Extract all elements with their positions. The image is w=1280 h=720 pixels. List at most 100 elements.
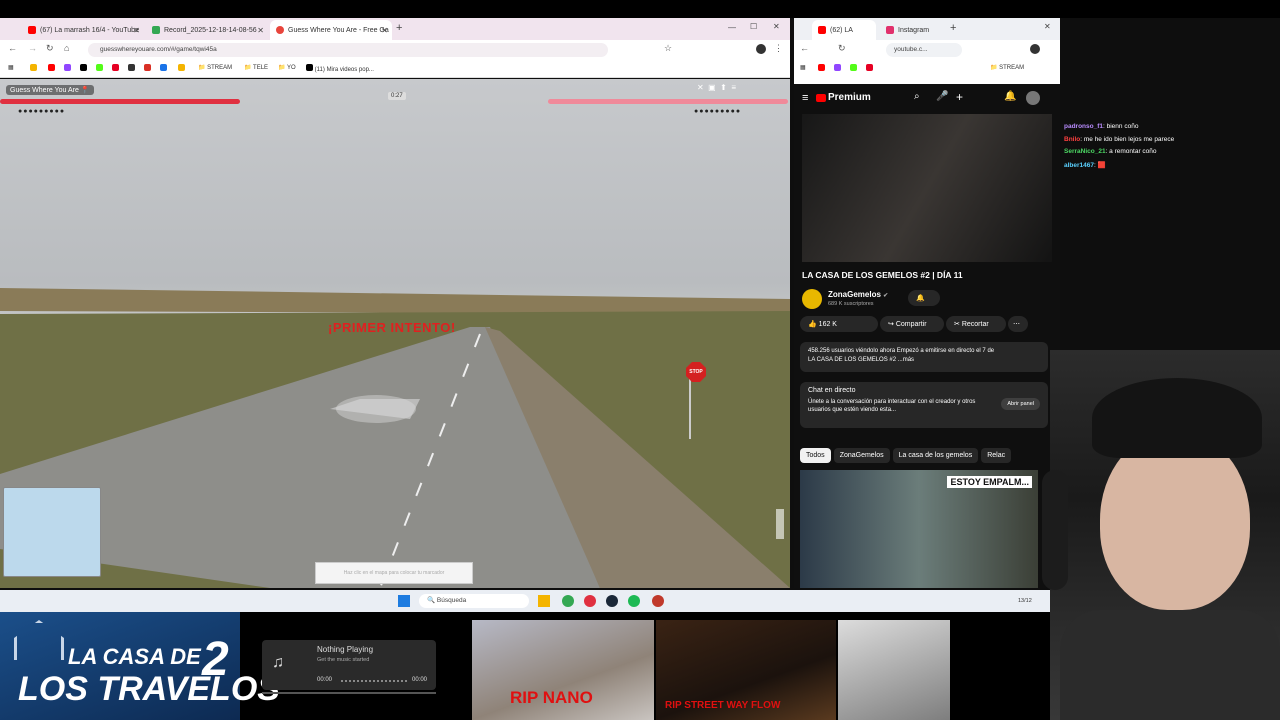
menu-icon[interactable]: ≡	[731, 83, 736, 92]
close-icon[interactable]: ✕	[697, 83, 704, 92]
bookmark-icon[interactable]	[30, 64, 37, 71]
kick-icon[interactable]	[96, 64, 103, 71]
notifications-button[interactable]: 🔔	[908, 290, 940, 306]
minimize-icon[interactable]: —	[728, 23, 736, 32]
scissors-icon: ✂	[954, 321, 960, 328]
youtube-icon[interactable]	[48, 64, 55, 71]
search-icon[interactable]: ⌕	[914, 91, 920, 102]
chat-message: Bnilo: me he ido bien lejos me parece	[1064, 136, 1174, 143]
bookmark-folder[interactable]: 📁 YO	[278, 64, 296, 71]
taskbar-search[interactable]: 🔍 Búsqueda	[419, 594, 529, 608]
video-player[interactable]	[802, 114, 1052, 262]
zoom-controls[interactable]	[776, 509, 784, 539]
pinterest-icon[interactable]	[866, 64, 873, 71]
youtube-icon	[818, 26, 826, 34]
channel-name[interactable]: ZonaGemelos ✔	[828, 290, 888, 299]
folder-icon[interactable]	[538, 595, 550, 607]
tab-record[interactable]: Record_2025-12-18-14-08-56 ✕	[146, 20, 268, 40]
tab-instagram[interactable]: Instagram	[880, 20, 944, 40]
description-text: 458.256 usuarios viéndolo ahora Empezó a…	[808, 348, 995, 354]
steam-icon[interactable]	[606, 595, 618, 607]
bookmark-folder[interactable]: 📁 TELE	[244, 64, 268, 71]
headphone-icon	[1042, 470, 1068, 590]
minimap[interactable]	[3, 487, 101, 577]
opponent-health-bar	[548, 99, 788, 104]
maximize-icon[interactable]: ☐	[750, 22, 757, 31]
clip-button[interactable]: ✂ Recortar	[946, 316, 1006, 332]
apps-icon[interactable]: ▦	[800, 64, 806, 71]
chat-text: : a remontar coño	[1105, 148, 1157, 155]
chat-icon[interactable]: ▣	[708, 83, 716, 92]
obs-icon[interactable]	[652, 595, 664, 607]
app-icon[interactable]	[584, 595, 596, 607]
windows-icon[interactable]	[398, 595, 410, 607]
open-panel-button[interactable]: Abrir panel	[1001, 398, 1040, 410]
bookmark-icon[interactable]	[160, 64, 167, 71]
bookmark-link[interactable]: (11) Mira videos pop...	[306, 64, 374, 73]
drive-icon	[152, 26, 160, 34]
profile-icon[interactable]	[756, 44, 766, 54]
back-icon[interactable]: ←	[800, 43, 809, 53]
bookmark-folder[interactable]: 📁 STREAM	[198, 64, 232, 71]
chip-related[interactable]: Relac	[981, 448, 1012, 463]
bookmark-icon[interactable]	[178, 64, 185, 71]
twitch-icon[interactable]	[64, 64, 71, 71]
move-arrow[interactable]	[336, 395, 416, 423]
tab-youtube[interactable]: (67) La marrash 16/4 - YouTube ✕	[22, 20, 144, 40]
chip-zonagemelos[interactable]: ZonaGemelos	[833, 448, 890, 463]
new-tab-icon[interactable]: +	[396, 22, 402, 34]
avatar[interactable]	[1026, 91, 1040, 105]
bell-icon[interactable]: 🔔	[1004, 91, 1016, 102]
youtube-icon[interactable]	[818, 64, 825, 71]
bookmark-label: TELE	[253, 65, 269, 71]
create-icon[interactable]: +	[956, 90, 963, 104]
recommended-thumbnail[interactable]: ESTOY EMPALM...	[800, 470, 1038, 588]
menu-icon[interactable]: ⋮	[774, 43, 783, 54]
player-health-bar	[0, 99, 240, 104]
like-button[interactable]: 👍 162 K	[800, 316, 878, 332]
window-close-icon[interactable]: ✕	[773, 22, 780, 31]
music-note-icon: ♫	[272, 654, 284, 671]
back-icon[interactable]: ←	[8, 43, 17, 53]
reload-icon[interactable]: ↻	[46, 43, 54, 54]
close-icon[interactable]: ✕	[133, 26, 140, 35]
home-icon[interactable]: ⌂	[64, 43, 69, 53]
twitch-icon[interactable]	[834, 64, 841, 71]
tab-guess-where[interactable]: Guess Where You Are - Free Ga ✕	[270, 20, 392, 40]
guess-button[interactable]: Haz clic en el mapa para colocar tu marc…	[315, 562, 473, 584]
reload-icon[interactable]: ↻	[838, 43, 846, 54]
streetview-panorama[interactable]: Guess Where You Are 📍 0:27 ●●●●●●●●● ●●●…	[0, 79, 790, 588]
tab-youtube[interactable]: (62) LA	[812, 20, 876, 40]
forward-icon[interactable]: →	[28, 43, 37, 53]
spotify-icon[interactable]	[628, 595, 640, 607]
x-icon[interactable]	[80, 64, 87, 71]
url-input[interactable]: youtube.c...	[886, 43, 962, 57]
arrow-up-icon[interactable]: ⬆	[720, 83, 727, 92]
chat-title: Chat en directo	[808, 387, 856, 394]
close-icon[interactable]: ✕	[257, 26, 264, 35]
kick-icon[interactable]	[850, 64, 857, 71]
url-input[interactable]: guesswhereyouare.com/#/game/tqwi45a	[88, 43, 608, 57]
bookmark-icon[interactable]	[128, 64, 135, 71]
window-close-icon[interactable]: ✕	[1044, 22, 1051, 31]
chrome-icon[interactable]	[562, 595, 574, 607]
chip-casa[interactable]: La casa de los gemelos	[892, 448, 979, 463]
profile-icon[interactable]	[1030, 44, 1040, 54]
youtube-logo-icon[interactable]	[816, 94, 826, 102]
hamburger-icon[interactable]: ≡	[802, 92, 808, 104]
chip-all[interactable]: Todos	[800, 448, 831, 463]
pinterest-icon[interactable]	[112, 64, 119, 71]
star-icon[interactable]: ☆	[664, 43, 672, 54]
channel-avatar[interactable]	[802, 289, 822, 309]
mic-icon[interactable]: 🎤	[936, 91, 948, 102]
share-button[interactable]: ↪ Compartir	[880, 316, 944, 332]
new-tab-icon[interactable]: +	[950, 22, 956, 34]
bookmark-folder[interactable]: 📁 STREAM	[990, 64, 1024, 71]
bookmark-icon[interactable]	[144, 64, 151, 71]
youtube-page: ≡ Premium ⌕ 🎤 + 🔔 LA CASA DE LOS GEMELOS…	[794, 84, 1060, 588]
description-box[interactable]: 458.256 usuarios viéndolo ahora Empezó a…	[800, 342, 1048, 372]
close-icon[interactable]: ✕	[381, 26, 388, 35]
apps-icon[interactable]: ▦	[8, 64, 14, 71]
brand-label: Premium	[828, 92, 871, 103]
more-button[interactable]: ⋯	[1008, 316, 1028, 332]
